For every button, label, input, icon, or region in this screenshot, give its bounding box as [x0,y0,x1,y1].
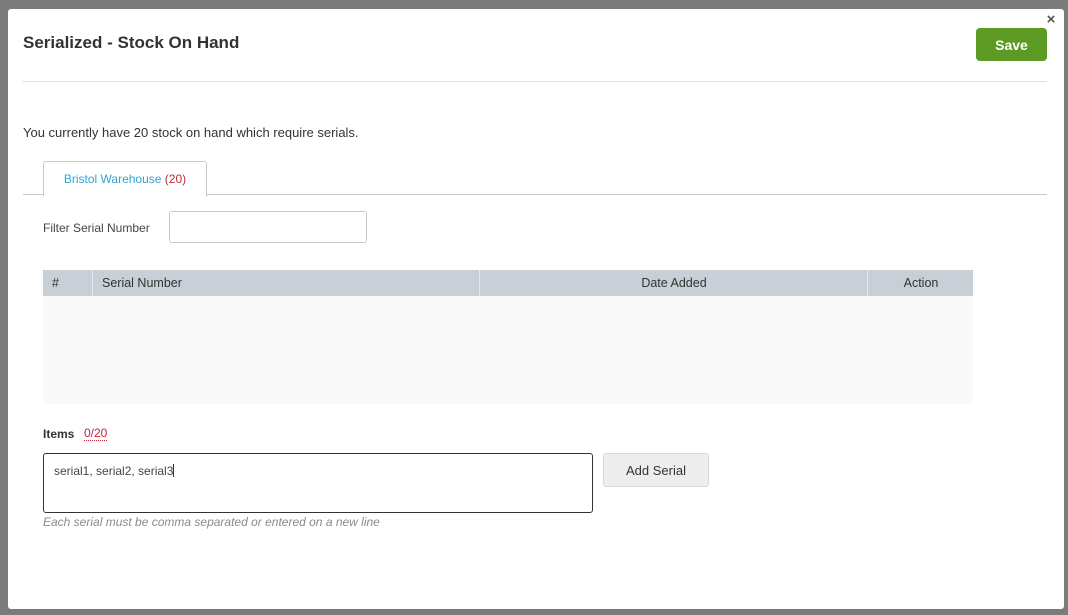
column-header-serial-number[interactable]: Serial Number [92,270,479,296]
tab-count-badge: (20) [164,172,187,186]
filter-serial-input[interactable] [169,211,367,243]
items-count: 0/20 [84,426,108,441]
tab-label: Bristol Warehouse [63,172,162,186]
items-label: Items [43,427,75,441]
add-serial-button[interactable]: Add Serial [603,453,709,487]
close-icon[interactable]: × [1043,12,1059,28]
serialized-stock-dialog: Serialized - Stock On Hand Save You curr… [8,9,1064,609]
tab-bristol-warehouse[interactable]: Bristol Warehouse (20) [43,161,207,197]
header-divider [22,81,1047,82]
column-header-index[interactable]: # [43,270,92,296]
serials-table-header: # Serial Number Date Added Action [43,270,973,296]
save-button[interactable]: Save [976,28,1047,61]
text-caret [173,464,175,477]
dialog-title: Serialized - Stock On Hand [23,33,240,52]
stock-info-text: You currently have 20 stock on hand whic… [23,125,359,140]
serial-entry-hint: Each serial must be comma separated or e… [43,515,380,529]
column-header-date-added[interactable]: Date Added [479,270,868,296]
serials-table-body [43,296,973,404]
column-header-action[interactable]: Action [867,270,974,296]
filter-serial-label: Filter Serial Number [43,221,150,235]
serial-entry-text: serial1, serial2, serial3 [54,464,174,478]
serial-entry-textarea[interactable]: serial1, serial2, serial3 [43,453,593,513]
